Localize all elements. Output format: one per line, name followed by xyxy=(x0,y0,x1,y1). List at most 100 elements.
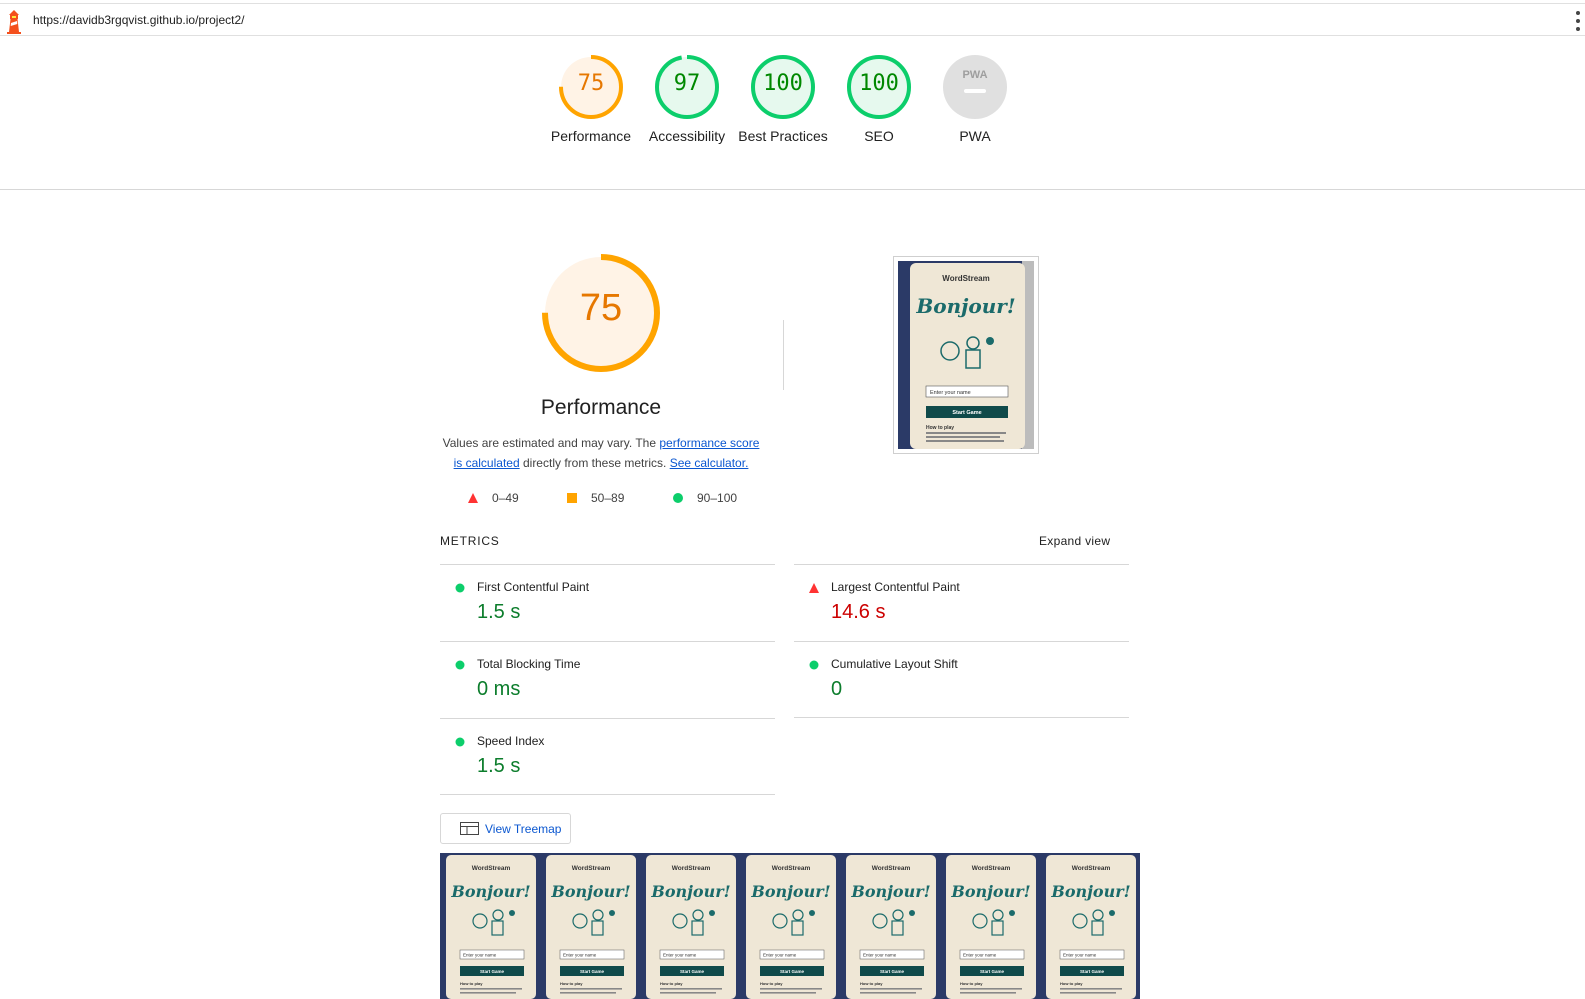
pwa-badge-icon: PWA xyxy=(943,55,1007,119)
legend-range: 50–89 xyxy=(591,491,625,505)
page-url: https://davidb3rgqvist.github.io/project… xyxy=(33,13,245,27)
url-bar: https://davidb3rgqvist.github.io/project… xyxy=(0,3,1585,36)
svg-text:Start Game: Start Game xyxy=(880,969,905,974)
metrics-heading: METRICS xyxy=(440,534,500,548)
svg-text:Bonjour!: Bonjour! xyxy=(550,882,630,901)
page-preview-image: WordStream Bonjour! Enter your name Star… xyxy=(898,261,1034,449)
svg-text:Start Game: Start Game xyxy=(1080,969,1105,974)
metric-name: Total Blocking Time xyxy=(477,657,581,671)
category-gauges: 75 Performance 97 Accessibility 100 Best… xyxy=(0,36,1585,190)
svg-text:Bonjour!: Bonjour! xyxy=(750,882,830,901)
pwa-badge-text: PWA xyxy=(962,69,987,81)
svg-text:Enter your name: Enter your name xyxy=(663,953,697,958)
lighthouse-icon xyxy=(7,10,21,34)
gauge-seo[interactable]: 100 SEO xyxy=(831,54,927,146)
gauge-label: Performance xyxy=(550,128,632,144)
legend-range: 90–100 xyxy=(697,491,738,505)
expand-view-toggle[interactable]: Expand view xyxy=(1039,534,1110,548)
svg-text:How to play: How to play xyxy=(1060,981,1083,986)
square-icon xyxy=(567,493,577,503)
svg-text:Start Game: Start Game xyxy=(580,969,605,974)
desc-text: Values are estimated and may vary. The xyxy=(442,436,660,450)
metric-value: 1.5 s xyxy=(477,601,521,623)
svg-text:Enter your name: Enter your name xyxy=(863,953,897,958)
fail-triangle-icon xyxy=(809,583,819,593)
svg-text:Enter your name: Enter your name xyxy=(463,953,497,958)
divider xyxy=(794,717,1129,718)
svg-text:How to play: How to play xyxy=(460,981,483,986)
metric-name: Largest Contentful Paint xyxy=(831,580,960,594)
svg-text:WordStream: WordStream xyxy=(472,865,511,872)
gauge-performance[interactable]: 75 Performance xyxy=(543,54,639,146)
filmstrip-frame: WordStream Bonjour! Enter your name Start G… xyxy=(540,853,640,999)
svg-text:How to play: How to play xyxy=(960,981,983,986)
metric-value: 0 xyxy=(831,678,843,700)
gauge-label: Best Practices xyxy=(738,128,828,144)
gauge-score: 97 xyxy=(673,71,701,96)
legend-average: 50–89 xyxy=(567,491,624,505)
legend-pass: 90–100 xyxy=(673,491,737,505)
performance-description: Values are estimated and may vary. The p… xyxy=(440,433,762,473)
metric-total-blocking-time: Total Blocking Time 0 ms xyxy=(440,641,775,719)
preview-input: Enter your name xyxy=(930,390,971,396)
preview-headline: Bonjour! xyxy=(915,294,1015,318)
metric-value: 14.6 s xyxy=(831,601,886,623)
svg-text:Start Game: Start Game xyxy=(480,969,505,974)
filmstrip: WordStream Bonjour! Enter your name Start G… xyxy=(440,853,1145,999)
svg-text:How to play: How to play xyxy=(760,981,783,986)
svg-text:How to play: How to play xyxy=(560,981,583,986)
svg-text:Start Game: Start Game xyxy=(980,969,1005,974)
filmstrip-frame: WordStream Bonjour! Enter your name Start G… xyxy=(1040,853,1140,999)
svg-text:Bonjour!: Bonjour! xyxy=(450,882,530,901)
metric-speed-index: Speed Index 1.5 s xyxy=(440,718,775,796)
svg-text:Enter your name: Enter your name xyxy=(763,953,797,958)
metric-cumulative-layout-shift: Cumulative Layout Shift 0 xyxy=(794,641,1129,719)
svg-text:WordStream: WordStream xyxy=(572,865,611,872)
metric-name: Speed Index xyxy=(477,734,545,748)
svg-text:Start Game: Start Game xyxy=(780,969,805,974)
view-treemap-button[interactable]: View Treemap xyxy=(440,813,571,844)
gauge-label: PWA xyxy=(959,128,991,144)
gauge-label: SEO xyxy=(864,128,894,144)
gauge-label: Accessibility xyxy=(648,128,726,144)
svg-text:Start Game: Start Game xyxy=(680,969,705,974)
triangle-icon xyxy=(468,493,478,503)
preview-howto: How to play xyxy=(926,425,954,431)
divider xyxy=(440,794,775,795)
filmstrip-frame: WordStream Bonjour! Enter your name Start G… xyxy=(440,853,540,999)
svg-text:Bonjour!: Bonjour! xyxy=(950,882,1030,901)
metric-value: 1.5 s xyxy=(477,755,521,777)
gauge-pwa[interactable]: PWA PWA xyxy=(927,54,1023,146)
final-screenshot[interactable]: WordStream Bonjour! Enter your name Star… xyxy=(893,256,1039,454)
gauge-score: 75 xyxy=(577,71,605,96)
svg-text:Enter your name: Enter your name xyxy=(963,953,997,958)
treemap-icon xyxy=(460,822,479,835)
filmstrip-frame: WordStream Bonjour! Enter your name Start G… xyxy=(740,853,840,999)
filmstrip-frame: WordStream Bonjour! Enter your name Start G… xyxy=(640,853,740,999)
legend-fail: 0–49 xyxy=(468,491,519,505)
svg-text:WordStream: WordStream xyxy=(872,865,911,872)
metric-value: 0 ms xyxy=(477,678,521,700)
metric-name: First Contentful Paint xyxy=(477,580,590,594)
svg-text:WordStream: WordStream xyxy=(972,865,1011,872)
performance-title: Performance xyxy=(540,396,662,419)
gauge-best-practices[interactable]: 100 Best Practices xyxy=(735,54,831,146)
treemap-label: View Treemap xyxy=(485,821,562,836)
performance-score: 75 xyxy=(579,287,623,329)
see-calculator-link[interactable]: See calculator. xyxy=(670,456,749,470)
kebab-menu-icon[interactable] xyxy=(1575,11,1581,31)
gauge-accessibility[interactable]: 97 Accessibility xyxy=(639,54,735,146)
gauge-score: 100 xyxy=(763,71,803,96)
svg-text:Bonjour!: Bonjour! xyxy=(850,882,930,901)
pass-circle-icon xyxy=(455,737,465,747)
svg-text:WordStream: WordStream xyxy=(1072,865,1111,872)
metric-first-contentful-paint: First Contentful Paint 1.5 s xyxy=(440,564,775,642)
metric-largest-contentful-paint: Largest Contentful Paint 14.6 s xyxy=(794,564,1129,642)
pass-circle-icon xyxy=(809,660,819,670)
svg-text:WordStream: WordStream xyxy=(772,865,811,872)
gauge-score: 100 xyxy=(859,71,899,96)
filmstrip-frame: WordStream Bonjour! Enter your name Start G… xyxy=(840,853,940,999)
svg-text:Bonjour!: Bonjour! xyxy=(1050,882,1130,901)
preview-brand: WordStream xyxy=(942,274,989,283)
circle-icon xyxy=(673,493,683,503)
